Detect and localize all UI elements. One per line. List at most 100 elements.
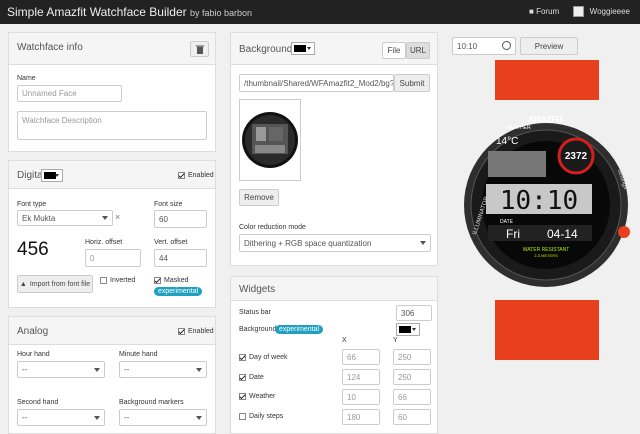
- daily-steps-checkbox[interactable]: [239, 413, 246, 420]
- watchface-info-title: Watchface info: [17, 42, 83, 53]
- second-hand-select[interactable]: --: [17, 409, 105, 426]
- submit-button[interactable]: Submit: [394, 74, 430, 92]
- watchface-info-header: Watchface info: [9, 33, 215, 65]
- forum-link[interactable]: Forum: [536, 7, 559, 16]
- date-checkbox[interactable]: [239, 374, 246, 381]
- import-font-label: Import from font file: [29, 280, 91, 288]
- color-fill: [294, 45, 306, 52]
- app-title-text: Simple Amazfit Watchface Builder: [7, 5, 187, 19]
- digital-header: Digital Enabled: [9, 161, 215, 189]
- status-bar-input[interactable]: 306: [396, 305, 432, 321]
- background-title: Background: [239, 44, 293, 55]
- upload-icon: ▲: [19, 280, 27, 288]
- chevron-down-icon: [412, 328, 416, 331]
- digital-preview-number: 456: [17, 239, 49, 260]
- masked-checkbox[interactable]: [154, 277, 161, 284]
- analog-enabled-checkbox[interactable]: [178, 328, 185, 335]
- status-bar-label: Status bar: [239, 309, 271, 316]
- analog-title: Analog: [17, 326, 49, 337]
- color-reduction-value: Dithering + RGB space quantization: [244, 238, 372, 248]
- trash-icon: [195, 45, 204, 54]
- remove-button[interactable]: Remove: [239, 189, 279, 206]
- vert-offset-input[interactable]: 44: [154, 249, 207, 267]
- digital-panel: Digital Enabled Font type Ek Mukta × Fon…: [8, 160, 216, 308]
- inverted-label: Inverted: [110, 277, 136, 284]
- delete-button[interactable]: [190, 41, 209, 57]
- background-url-input[interactable]: /thumbnail/Shared/WFAmazfit2_Mod2/bg?: [239, 74, 394, 92]
- widgets-title: Widgets: [239, 284, 276, 295]
- vert-offset-label: Vert. offset: [154, 239, 188, 246]
- widgets-header: Widgets: [231, 277, 437, 301]
- x-header: X: [342, 337, 347, 344]
- chevron-down-icon: [420, 241, 426, 245]
- hour-hand-select[interactable]: --: [17, 361, 105, 378]
- minute-hand-select[interactable]: --: [119, 361, 207, 378]
- watch-day: Fri: [506, 227, 520, 241]
- digital-color-picker[interactable]: [41, 169, 63, 182]
- preview-time-input[interactable]: 10:10: [452, 37, 516, 55]
- hour-hand-value: --: [22, 365, 28, 374]
- bg-markers-value: --: [124, 413, 130, 422]
- user-menu[interactable]: Woggieeee: [590, 7, 630, 16]
- file-tab[interactable]: File: [382, 42, 406, 59]
- weather-checkbox[interactable]: [239, 393, 246, 400]
- daily-steps-x[interactable]: 180: [342, 409, 380, 425]
- preview-time-value: 10:10: [457, 41, 478, 51]
- digital-enabled-checkbox[interactable]: [178, 172, 185, 179]
- watch-preview: AMAZFIT WEATHER 14°C 2372 10:10 DATE Fri…: [464, 60, 630, 360]
- weather-y[interactable]: 66: [393, 389, 431, 405]
- background-thumbnail: [239, 99, 301, 181]
- weather-x[interactable]: 10: [342, 389, 380, 405]
- watch-strap-top: [495, 60, 599, 100]
- background-panel: Background File URL /thumbnail/Shared/WF…: [230, 32, 438, 266]
- watch-steps: 2372: [565, 151, 588, 162]
- daily-steps-y[interactable]: 60: [393, 409, 431, 425]
- widget-bg-color-picker[interactable]: [396, 323, 420, 336]
- chevron-down-icon: [94, 367, 100, 372]
- name-input[interactable]: Unnamed Face: [17, 85, 122, 102]
- import-font-button[interactable]: ▲ Import from font file: [17, 275, 93, 293]
- analog-enabled-label: Enabled: [188, 328, 214, 335]
- date-label: Date: [249, 374, 264, 381]
- watch-time: 10:10: [500, 186, 578, 216]
- font-size-input[interactable]: 60: [154, 210, 207, 228]
- preview-button[interactable]: Preview: [520, 37, 578, 55]
- name-label: Name: [17, 75, 36, 82]
- app-title[interactable]: Simple Amazfit Watchface Builder by fabi…: [7, 5, 252, 19]
- background-thumbnail-image: [242, 112, 298, 168]
- inverted-checkbox[interactable]: [100, 277, 107, 284]
- description-textarea[interactable]: Watchface Description: [17, 111, 207, 140]
- watch-brand: AMAZFIT: [528, 115, 563, 124]
- digital-enabled-label: Enabled: [188, 172, 214, 179]
- day-of-week-checkbox[interactable]: [239, 354, 246, 361]
- widgets-panel: Widgets Status bar 306 Background experi…: [230, 276, 438, 434]
- watch-crown: [618, 226, 630, 238]
- widget-bg-label: Background: [239, 326, 277, 333]
- chat-icon: ■: [529, 7, 534, 16]
- day-of-week-y[interactable]: 250: [393, 349, 431, 365]
- clear-font-icon[interactable]: ×: [115, 212, 120, 222]
- watch-atm: 2-3 METERS: [534, 253, 558, 258]
- date-x[interactable]: 124: [342, 369, 380, 385]
- watchface-info-panel: Watchface info Name Unnamed Face Watchfa…: [8, 32, 216, 152]
- horiz-offset-input[interactable]: 0: [85, 249, 141, 267]
- chevron-down-icon: [307, 47, 311, 50]
- font-type-value: Ek Mukta: [22, 213, 56, 223]
- day-of-week-x[interactable]: 66: [342, 349, 380, 365]
- widget-experimental-badge: experimental: [275, 325, 324, 334]
- color-reduction-select[interactable]: Dithering + RGB space quantization: [239, 234, 431, 252]
- minute-hand-label: Minute hand: [119, 351, 158, 358]
- chevron-down-icon: [196, 367, 202, 372]
- analog-header: Analog Enabled: [9, 317, 215, 345]
- watch-date: 04-14: [547, 227, 578, 241]
- color-fill: [399, 326, 411, 333]
- background-color-picker[interactable]: [291, 42, 315, 55]
- font-type-label: Font type: [17, 201, 47, 208]
- date-y[interactable]: 250: [393, 369, 431, 385]
- url-tab[interactable]: URL: [406, 42, 430, 59]
- chevron-down-icon: [94, 415, 100, 420]
- watch-date-label: DATE: [500, 219, 514, 225]
- horiz-offset-label: Horiz. offset: [85, 239, 123, 246]
- font-type-select[interactable]: Ek Mukta: [17, 210, 113, 226]
- bg-markers-select[interactable]: --: [119, 409, 207, 426]
